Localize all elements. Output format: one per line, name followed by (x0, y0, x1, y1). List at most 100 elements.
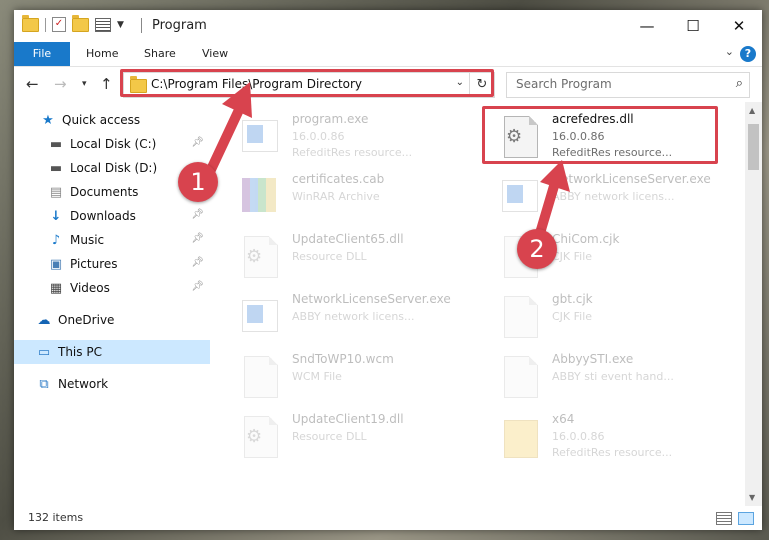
pin-icon[interactable]: 📌︎ (191, 281, 204, 292)
title-bar: ✓ ▼ Program — ☐ ✕ (14, 10, 762, 42)
file-tile[interactable]: ⚙ UpdateClient19.dll Resource DLL (224, 408, 464, 466)
file-detail: ABBY network licens... (552, 190, 675, 203)
new-folder-icon[interactable] (72, 14, 89, 32)
view-toggle (716, 512, 754, 525)
download-icon: ↓ (50, 208, 62, 224)
file-name: program.exe (292, 112, 369, 126)
scroll-up-icon[interactable]: ▲ (749, 106, 755, 115)
videos-icon: ▦ (49, 280, 63, 296)
file-tile[interactable]: ⚙ UpdateClient65.dll Resource DLL (224, 228, 464, 286)
file-name: x64 (552, 412, 575, 426)
up-arrow-icon[interactable]: ↑ (100, 75, 113, 93)
search-input[interactable]: Search Program ⌕ (506, 72, 750, 98)
window-controls: — ☐ ✕ (624, 10, 762, 42)
file-detail: RefeditRes resource... (552, 446, 673, 459)
tab-file[interactable]: File (14, 42, 70, 66)
tiles-view-icon[interactable] (738, 512, 754, 525)
details-view-icon[interactable] (716, 512, 732, 525)
sidebar-item-onedrive[interactable]: ☁ OneDrive (14, 308, 210, 332)
forward-arrow-icon[interactable]: → (54, 75, 67, 93)
sidebar-item-label: Documents (70, 185, 139, 199)
title-separator (141, 18, 142, 33)
sidebar-item-local-disk-c[interactable]: ▬ Local Disk (C:) 📌︎ (14, 132, 210, 156)
file-detail: RefeditRes resource... (292, 146, 413, 159)
file-icon (238, 294, 280, 338)
file-tile[interactable]: NetworkLicenseServer.exe ABBY network li… (484, 168, 724, 226)
sidebar-item-downloads[interactable]: ↓ Downloads 📌︎ (14, 204, 210, 228)
computer-icon: ▭ (37, 344, 51, 360)
folder-file-icon (498, 414, 540, 458)
sidebar-item-label: Videos (70, 281, 110, 295)
file-tile[interactable]: AbbyySTI.exe ABBY sti event hand... (484, 348, 724, 406)
drive-icon: ▬ (49, 160, 63, 176)
sidebar-item-videos[interactable]: ▦ Videos 📌︎ (14, 276, 210, 300)
sidebar-item-music[interactable]: ♪ Music 📌︎ (14, 228, 210, 252)
scrollbar-thumb[interactable] (748, 124, 759, 170)
search-icon[interactable]: ⌕ (736, 76, 743, 91)
item-count: 132 items (28, 511, 84, 524)
sidebar-item-label: OneDrive (58, 313, 115, 327)
pin-icon[interactable]: 📌︎ (191, 233, 204, 244)
recent-locations-chevron-icon[interactable]: ▾ (82, 79, 87, 89)
back-arrow-icon[interactable]: ← (26, 75, 39, 93)
file-icon (238, 114, 280, 158)
tab-share[interactable]: Share (144, 42, 176, 66)
drive-icon: ▬ (49, 136, 63, 152)
close-button[interactable]: ✕ (716, 10, 762, 42)
expand-ribbon-chevron-icon[interactable]: ⌄ (725, 45, 734, 58)
navigation-bar: ← → ▾ ↑ C:\Program Files\Program Directo… (14, 67, 762, 101)
dll-file-icon: ⚙ (238, 234, 280, 278)
file-name: UpdateClient65.dll (292, 232, 404, 246)
properties-check-icon[interactable]: ✓ (52, 17, 66, 32)
pictures-icon: ▣ (49, 256, 63, 272)
file-tile[interactable]: certificates.cab WinRAR Archive (224, 168, 464, 226)
file-icon (498, 174, 540, 218)
file-detail: ABBY sti event hand... (552, 370, 674, 383)
sidebar-item-label: Network (58, 377, 109, 391)
vertical-scrollbar[interactable]: ▲ ▼ (745, 102, 762, 506)
pin-icon[interactable]: 📌︎ (191, 257, 204, 268)
file-detail: 16.0.0.86 (292, 130, 345, 143)
sidebar-item-network[interactable]: ⧉ Network (14, 372, 210, 396)
file-tile[interactable]: NetworkLicenseServer.exe ABBY network li… (224, 288, 464, 346)
file-name: AbbyySTI.exe (552, 352, 634, 366)
minimize-button[interactable]: — (624, 10, 670, 42)
file-tile[interactable]: gbt.cjk CJK File (484, 288, 724, 346)
file-name: NetworkLicenseServer.exe (292, 292, 451, 306)
window-title: Program (152, 18, 207, 33)
sidebar-item-quick-access[interactable]: ★ Quick access (14, 108, 210, 132)
file-tile[interactable]: program.exe 16.0.0.86 RefeditRes resourc… (224, 108, 464, 166)
file-name: certificates.cab (292, 172, 385, 186)
file-name: SndToWP10.wcm (292, 352, 394, 366)
file-detail: ABBY network licens... (292, 310, 415, 323)
scroll-down-icon[interactable]: ▼ (749, 493, 755, 502)
file-list: program.exe 16.0.0.86 RefeditRes resourc… (214, 102, 744, 506)
file-detail: CJK File (552, 250, 593, 263)
status-bar: 132 items (14, 506, 762, 530)
archive-file-icon (238, 174, 280, 218)
sidebar-item-label: Local Disk (D:) (70, 161, 158, 175)
help-icon[interactable]: ? (740, 46, 756, 62)
quick-access-toolbar: ✓ ▼ (22, 14, 124, 32)
file-tile[interactable]: x64 16.0.0.86 RefeditRes resource... (484, 408, 724, 466)
file-highlight-box (482, 106, 718, 164)
file-tile[interactable]: SndToWP10.wcm WCM File (224, 348, 464, 406)
toolbar-separator (45, 17, 46, 32)
file-icon (498, 354, 540, 398)
tab-view[interactable]: View (202, 42, 228, 66)
pin-icon[interactable]: 📌︎ (191, 137, 204, 148)
cloud-icon: ☁ (37, 312, 51, 328)
pin-icon[interactable]: 📌︎ (191, 209, 204, 220)
maximize-button[interactable]: ☐ (670, 10, 716, 42)
sidebar-item-label: Music (70, 233, 105, 247)
file-name: ChiCom.cjk (552, 232, 620, 246)
sidebar-item-this-pc[interactable]: ▭ This PC (14, 340, 210, 364)
sidebar-item-label: Downloads (70, 209, 136, 223)
folder-icon (22, 14, 39, 32)
file-name: NetworkLicenseServer.exe (552, 172, 711, 186)
documents-icon: ▤ (49, 184, 63, 200)
properties-icon[interactable] (95, 17, 111, 32)
customize-toolbar-dropdown-icon[interactable]: ▼ (117, 20, 124, 30)
tab-home[interactable]: Home (86, 42, 118, 66)
sidebar-item-pictures[interactable]: ▣ Pictures 📌︎ (14, 252, 210, 276)
